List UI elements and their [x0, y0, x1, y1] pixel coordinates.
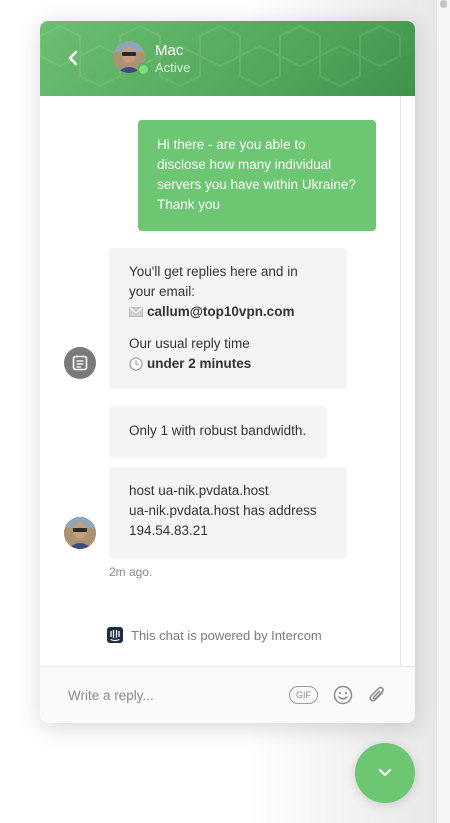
chevron-left-icon	[68, 50, 78, 66]
agent-name: Mac	[155, 42, 184, 59]
chat-launcher-button[interactable]	[355, 743, 415, 803]
agent-status: Active	[155, 60, 191, 75]
smiley-icon[interactable]	[333, 685, 353, 705]
agent-reply-line: host ua-nik.pvdata.host	[129, 483, 269, 498]
chat-window: Mac Active Hi there - are you able to di…	[40, 21, 415, 723]
page-scrollbar[interactable]	[436, 0, 450, 823]
paperclip-icon[interactable]	[367, 684, 387, 706]
reply-time-value: under 2 minutes	[147, 356, 252, 371]
reply-input[interactable]	[68, 685, 278, 705]
intercom-logo-icon	[107, 627, 123, 643]
user-message-text: Hi there - are you able to disclose how …	[157, 137, 356, 212]
agent-reply-bubble: host ua-nik.pvdata.host ua-nik.pvdata.ho…	[109, 467, 347, 559]
composer: GIF	[40, 666, 415, 723]
user-message-bubble: Hi there - are you able to disclose how …	[138, 120, 376, 231]
agent-reply-text: Only 1 with robust bandwidth.	[129, 423, 307, 438]
powered-by-intercom[interactable]: This chat is powered by Intercom	[107, 627, 322, 643]
agent-reply-bubble: Only 1 with robust bandwidth.	[109, 406, 327, 458]
bot-message-bubble: You'll get replies here and in your emai…	[109, 248, 347, 389]
email-address: callum@top10vpn.com	[147, 304, 295, 319]
email-row: callum@top10vpn.com	[129, 302, 327, 322]
bot-avatar	[64, 347, 96, 379]
conversation-scrollbar[interactable]	[400, 96, 415, 666]
powered-by-text: This chat is powered by Intercom	[131, 627, 322, 643]
envelope-icon	[129, 307, 143, 317]
chat-header: Mac Active	[40, 21, 415, 96]
agent-avatar-small	[64, 517, 96, 549]
back-button[interactable]	[60, 44, 86, 72]
message-square-icon	[72, 355, 88, 371]
gif-button[interactable]: GIF	[289, 686, 318, 704]
clock-icon	[129, 357, 143, 371]
agent-reply-line: 194.54.83.21	[129, 523, 208, 538]
active-status-dot	[137, 63, 150, 76]
bot-message-line: You'll get replies here and in	[129, 264, 298, 279]
reply-time-label: Our usual reply time	[129, 336, 250, 351]
page-scrollbar-thumb[interactable]	[440, 0, 447, 8]
reply-time-row: under 2 minutes	[129, 354, 327, 374]
message-timestamp: 2m ago.	[109, 565, 153, 579]
bot-message-line: your email:	[129, 284, 196, 299]
chevron-down-icon	[378, 768, 392, 777]
header-pattern	[40, 24, 401, 88]
agent-reply-line: ua-nik.pvdata.host has address	[129, 503, 317, 518]
